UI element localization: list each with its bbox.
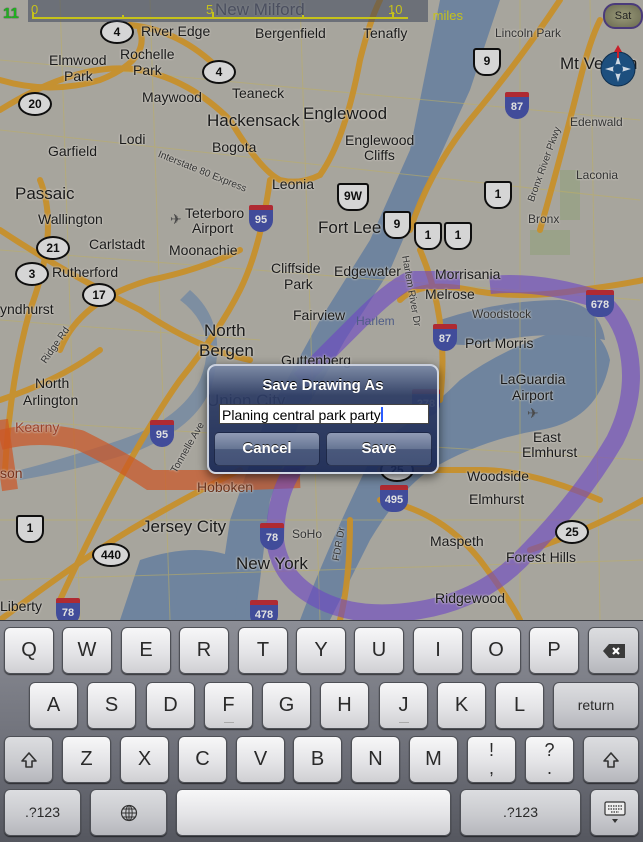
key-h[interactable]: H bbox=[320, 682, 369, 729]
key-j[interactable]: J bbox=[379, 682, 428, 729]
key-bottom-char: . bbox=[546, 758, 552, 778]
key-f[interactable]: F bbox=[204, 682, 253, 729]
key-b[interactable]: B bbox=[293, 736, 342, 783]
globe-key[interactable] bbox=[90, 789, 167, 836]
satellite-toggle-button[interactable]: Sat bbox=[603, 3, 643, 29]
shift-key-right[interactable] bbox=[583, 736, 639, 783]
key-x[interactable]: X bbox=[120, 736, 169, 783]
cancel-button[interactable]: Cancel bbox=[214, 432, 320, 466]
key-q[interactable]: Q bbox=[4, 627, 54, 674]
key-o[interactable]: O bbox=[471, 627, 521, 674]
numbers-key-left[interactable]: .?123 bbox=[4, 789, 81, 836]
on-screen-keyboard: Q W E R T Y U I O P A S D F G H J K L re… bbox=[0, 620, 643, 842]
key-s[interactable]: S bbox=[87, 682, 136, 729]
key-top-char: ! bbox=[488, 740, 494, 760]
scale-label: 5 bbox=[206, 2, 214, 17]
scale-line bbox=[32, 17, 408, 19]
shift-key-left[interactable] bbox=[4, 736, 53, 783]
key-top-char: ? bbox=[544, 740, 555, 760]
key-bottom-char: , bbox=[488, 758, 494, 778]
keyboard-dismiss-icon bbox=[603, 801, 626, 823]
key-f-label: F bbox=[222, 694, 235, 716]
key-p[interactable]: P bbox=[529, 627, 579, 674]
save-drawing-dialog: Save Drawing As Planing central park par… bbox=[207, 364, 439, 474]
key-z[interactable]: Z bbox=[62, 736, 111, 783]
numbers-key-right[interactable]: .?123 bbox=[460, 789, 581, 836]
drawing-name-value: Planing central park party bbox=[222, 407, 381, 423]
save-button[interactable]: Save bbox=[326, 432, 432, 466]
scale-label: 0 bbox=[31, 2, 39, 17]
key-l[interactable]: L bbox=[495, 682, 544, 729]
dismiss-keyboard-key[interactable] bbox=[590, 789, 639, 836]
key-m[interactable]: M bbox=[409, 736, 458, 783]
key-j-label: J bbox=[398, 694, 409, 716]
key-v[interactable]: V bbox=[236, 736, 285, 783]
key-e[interactable]: E bbox=[121, 627, 171, 674]
compass-north-icon[interactable] bbox=[598, 44, 638, 88]
key-a[interactable]: A bbox=[29, 682, 78, 729]
home-row-marker bbox=[398, 722, 409, 723]
scale-units: miles bbox=[432, 8, 463, 23]
key-w[interactable]: W bbox=[62, 627, 112, 674]
key-k[interactable]: K bbox=[437, 682, 486, 729]
key-n[interactable]: N bbox=[351, 736, 400, 783]
map-view[interactable]: ✈ ✈ New Milford River Edge Bergenfield T… bbox=[0, 0, 643, 620]
key-d[interactable]: D bbox=[146, 682, 195, 729]
scale-tick bbox=[302, 15, 304, 19]
scale-tick bbox=[122, 15, 124, 19]
key-question-period[interactable]: ?. bbox=[525, 736, 574, 783]
shift-icon bbox=[20, 752, 37, 768]
scale-label: 10 bbox=[388, 2, 403, 17]
backspace-key[interactable] bbox=[588, 627, 639, 674]
space-key[interactable] bbox=[176, 789, 451, 836]
key-g[interactable]: G bbox=[262, 682, 311, 729]
key-exclaim-comma[interactable]: !, bbox=[467, 736, 516, 783]
text-caret bbox=[380, 407, 383, 422]
globe-icon bbox=[120, 804, 137, 822]
key-c[interactable]: C bbox=[178, 736, 227, 783]
key-u[interactable]: U bbox=[354, 627, 404, 674]
key-y[interactable]: Y bbox=[296, 627, 346, 674]
return-key[interactable]: return bbox=[553, 682, 639, 729]
shift-icon bbox=[603, 752, 619, 768]
dialog-title: Save Drawing As bbox=[262, 377, 384, 394]
key-t[interactable]: T bbox=[238, 627, 288, 674]
key-i[interactable]: I bbox=[413, 627, 463, 674]
backspace-icon bbox=[602, 644, 625, 658]
scale-bar: 0 5 10 miles bbox=[28, 0, 463, 23]
home-row-marker bbox=[223, 722, 234, 723]
key-r[interactable]: R bbox=[179, 627, 229, 674]
zoom-level-indicator: 11 bbox=[3, 5, 19, 22]
drawing-name-input[interactable]: Planing central park party bbox=[219, 404, 429, 424]
map-dim-overlay bbox=[0, 0, 643, 620]
